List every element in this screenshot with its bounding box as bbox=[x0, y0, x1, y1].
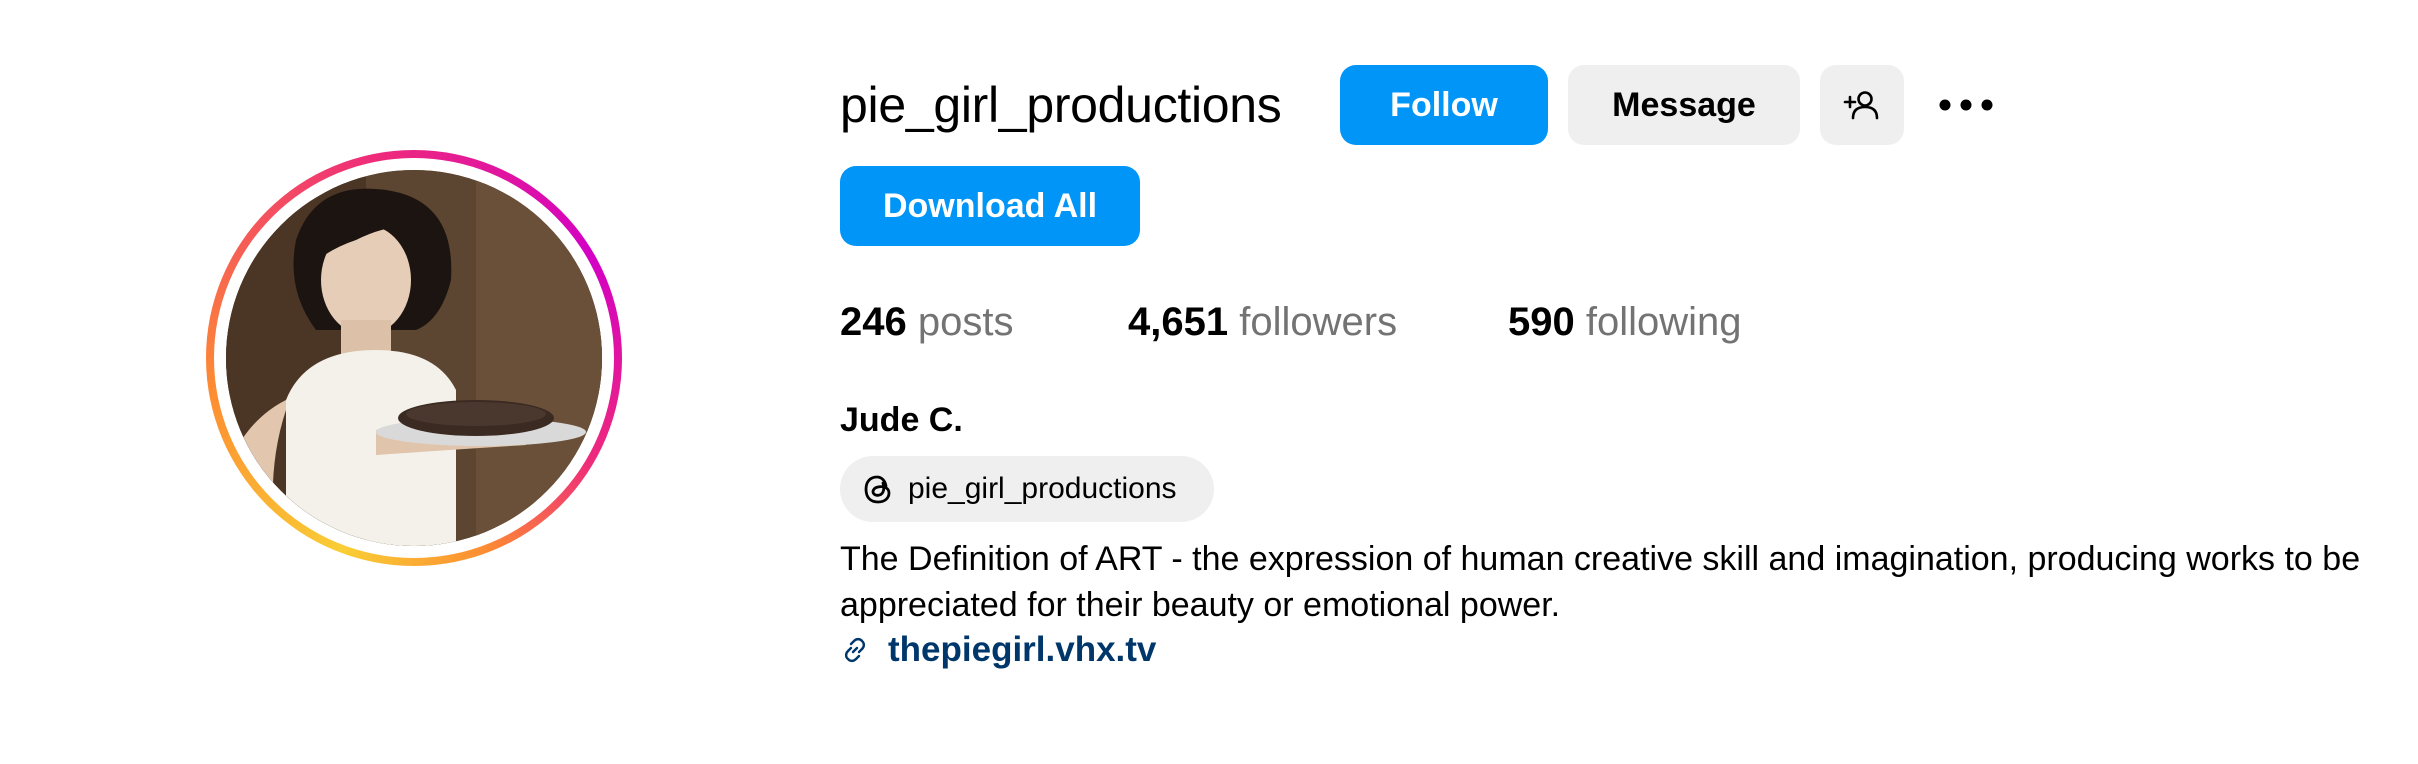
following-count: 590 bbox=[1508, 300, 1575, 344]
display-name: Jude C. bbox=[840, 401, 963, 439]
followers-label: followers bbox=[1239, 300, 1398, 344]
threads-handle: pie_girl_productions bbox=[908, 472, 1177, 505]
avatar-image bbox=[226, 170, 602, 546]
threads-badge[interactable]: pie_girl_productions bbox=[840, 456, 1214, 522]
profile-page: pie_girl_productions Follow Message Down… bbox=[0, 0, 2418, 764]
avatar[interactable] bbox=[226, 170, 602, 546]
bio-text: The Definition of ART - the expression o… bbox=[840, 540, 2361, 624]
posts-stat: 246 posts bbox=[840, 296, 1013, 348]
follow-button[interactable]: Follow bbox=[1340, 65, 1548, 145]
external-link[interactable]: thepiegirl.vhx.tv bbox=[888, 630, 1156, 670]
username-heading: pie_girl_productions bbox=[840, 77, 1282, 133]
threads-icon bbox=[858, 469, 898, 509]
person-plus-icon bbox=[1842, 85, 1882, 125]
story-ring[interactable] bbox=[206, 150, 622, 566]
suggest-users-button[interactable] bbox=[1820, 65, 1904, 145]
message-button[interactable]: Message bbox=[1568, 65, 1800, 145]
more-options-button[interactable] bbox=[1924, 65, 2008, 145]
download-all-button[interactable]: Download All bbox=[840, 166, 1140, 246]
posts-count: 246 bbox=[840, 300, 907, 344]
followers-count: 4,651 bbox=[1128, 300, 1229, 344]
posts-label: posts bbox=[917, 300, 1014, 344]
link-icon bbox=[840, 635, 870, 665]
followers-stat[interactable]: 4,651 followers bbox=[1128, 296, 1397, 348]
more-horizontal-icon bbox=[1939, 99, 1993, 111]
external-link-row[interactable]: thepiegirl.vhx.tv bbox=[840, 626, 1156, 674]
following-stat[interactable]: 590 following bbox=[1508, 296, 1742, 348]
following-label: following bbox=[1585, 300, 1742, 344]
